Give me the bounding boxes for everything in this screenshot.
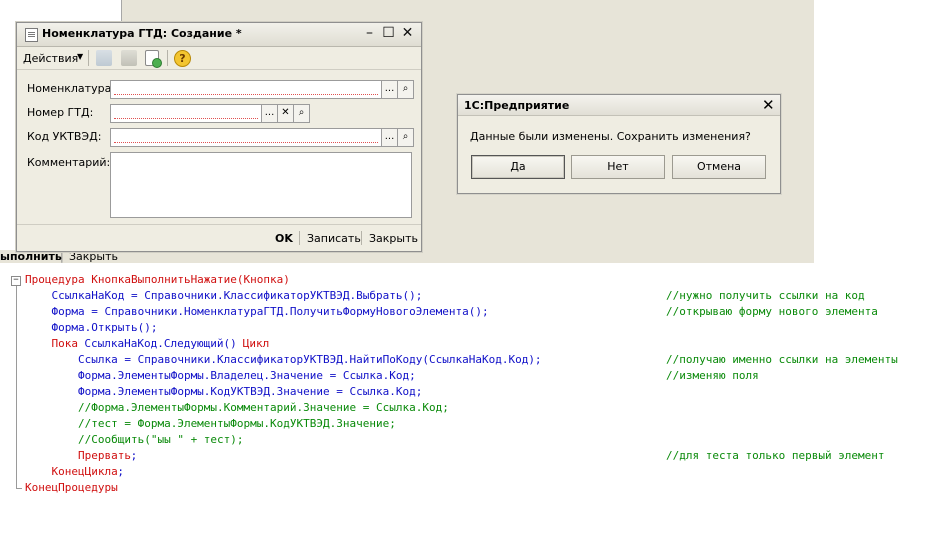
maximize-icon[interactable]: ☐ <box>381 26 396 41</box>
code-comment-line: //тест = Форма.ЭлементыФормы.КодУКТВЭД.З… <box>25 417 396 430</box>
dialog-title-bar[interactable]: 1С:Предприятие ✕ <box>458 95 780 116</box>
dialog-title: 1С:Предприятие <box>464 99 570 112</box>
post-icon[interactable] <box>96 50 112 66</box>
nomenclature-field[interactable] <box>110 80 382 99</box>
code-statement: Форма.Открыть(); <box>25 321 158 334</box>
code-line: Форма.ЭлементыФормы.Владелец.Значение = … <box>0 368 949 384</box>
search-icon[interactable]: ⌕ <box>293 104 310 123</box>
code-line: Процедура КнопкаВыполнитьНажатие(Кнопка) <box>0 272 949 288</box>
code-keyword: Цикл <box>242 337 270 350</box>
code-keyword: Пока <box>25 337 85 350</box>
code-line: //тест = Форма.ЭлементыФормы.КодУКТВЭД.З… <box>0 416 949 432</box>
nomenclature-gtd-form-window: Номенклатура ГТД: Создание * – ☐ ✕ Дейст… <box>16 22 422 252</box>
code-line: Пока СсылкаНаКод.Следующий() Цикл <box>0 336 949 352</box>
actions-menu[interactable]: Действия <box>23 52 78 65</box>
uktved-code-field[interactable] <box>110 128 382 147</box>
code-keyword: Прервать <box>25 449 131 462</box>
code-line: КонецПроцедуры <box>0 480 949 496</box>
code-comment: //изменяю поля <box>666 369 759 382</box>
search-icon[interactable]: ⌕ <box>397 80 414 99</box>
close-icon[interactable]: ✕ <box>400 26 415 41</box>
toolbar-divider <box>88 50 89 66</box>
toolbar-divider <box>167 50 168 66</box>
yes-button[interactable]: Да <box>471 155 565 179</box>
form-toolbar: Действия ▼ ? <box>17 47 421 70</box>
code-line: Форма = Справочники.НоменклатураГТД.Полу… <box>0 304 949 320</box>
code-line: СсылкаНаКод = Справочники.КлассификаторУ… <box>0 288 949 304</box>
comment-label: Комментарий: <box>27 156 111 169</box>
form-title: Номенклатура ГТД: Создание * <box>42 27 242 40</box>
dialog-message: Данные были изменены. Сохранить изменени… <box>470 130 751 143</box>
code-editor[interactable]: Процедура КнопкаВыполнитьНажатие(Кнопка)… <box>0 272 949 502</box>
button-divider <box>299 231 300 245</box>
code-line: //Сообщить("ыы " + тест); <box>0 432 949 448</box>
code-statement: Форма.ЭлементыФормы.Владелец.Значение = … <box>25 369 416 382</box>
uktved-select-button[interactable]: ... <box>381 128 398 147</box>
code-line: Прервать; //для теста только первый элеме… <box>0 448 949 464</box>
ok-button[interactable]: OK <box>275 232 293 245</box>
help-icon[interactable]: ? <box>174 50 191 67</box>
chevron-down-icon[interactable]: ▼ <box>77 52 83 61</box>
clear-icon[interactable]: ✕ <box>277 104 294 123</box>
form-title-bar[interactable]: Номенклатура ГТД: Создание * – ☐ ✕ <box>17 23 421 47</box>
code-statement: СсылкаНаКод = Справочники.КлассификаторУ… <box>25 289 423 302</box>
close-button[interactable]: Закрыть <box>369 232 418 245</box>
write-button[interactable]: Записать <box>307 232 361 245</box>
code-statement: Ссылка = Справочники.КлассификаторУКТВЭД… <box>25 353 542 366</box>
copy-new-icon[interactable] <box>145 50 162 68</box>
gtd-select-button[interactable]: ... <box>261 104 278 123</box>
code-line: Форма.Открыть(); <box>0 320 949 336</box>
minimize-icon[interactable]: – <box>362 26 377 41</box>
code-punctuation: ; <box>130 449 138 462</box>
code-comment: //для теста только первый элемент <box>666 449 885 462</box>
code-keyword: КонецПроцедуры <box>25 481 118 494</box>
code-comment: //открываю форму нового элемента <box>666 305 878 318</box>
code-statement: СсылкаНаКод.Следующий() <box>84 337 244 350</box>
code-line: КонецЦикла; <box>0 464 949 480</box>
code-line: Форма.ЭлементыФормы.КодУКТВЭД.Значение =… <box>0 384 949 400</box>
button-divider <box>361 231 362 245</box>
code-statement: Форма.ЭлементыФормы.КодУКТВЭД.Значение =… <box>25 385 423 398</box>
code-statement: Форма = Справочники.НоменклатураГТД.Полу… <box>25 305 489 318</box>
code-comment: //получаю именно ссылки на элементы <box>666 353 898 366</box>
save-changes-dialog: 1С:Предприятие ✕ Данные были изменены. С… <box>457 94 781 194</box>
close-icon[interactable]: ✕ <box>762 96 775 114</box>
structure-icon[interactable] <box>121 50 137 66</box>
code-keyword: КонецЦикла <box>25 465 118 478</box>
cancel-button[interactable]: Отмена <box>672 155 766 179</box>
code-comment-line: //Форма.ЭлементыФормы.Комментарий.Значен… <box>25 401 449 414</box>
code-punctuation: ; <box>117 465 125 478</box>
gtd-number-label: Номер ГТД: <box>27 106 94 119</box>
gtd-number-field[interactable] <box>110 104 262 123</box>
code-line: //Форма.ЭлементыФормы.Комментарий.Значен… <box>0 400 949 416</box>
form-icon <box>25 28 38 42</box>
no-button[interactable]: Нет <box>571 155 665 179</box>
nomenclature-select-button[interactable]: ... <box>381 80 398 99</box>
nomenclature-label: Номенклатура: <box>27 82 116 95</box>
comment-field[interactable] <box>110 152 412 218</box>
code-comment: //нужно получить ссылки на код <box>666 289 865 302</box>
code-keyword: Процедура КнопкаВыполнитьНажатие(Кнопка) <box>25 273 290 286</box>
uktved-code-label: Код УКТВЭД: <box>27 130 102 143</box>
code-comment-line: //Сообщить("ыы " + тест); <box>25 433 244 446</box>
form-command-bar: OK Записать Закрыть <box>17 224 421 252</box>
code-line: Ссылка = Справочники.КлассификаторУКТВЭД… <box>0 352 949 368</box>
search-icon[interactable]: ⌕ <box>397 128 414 147</box>
